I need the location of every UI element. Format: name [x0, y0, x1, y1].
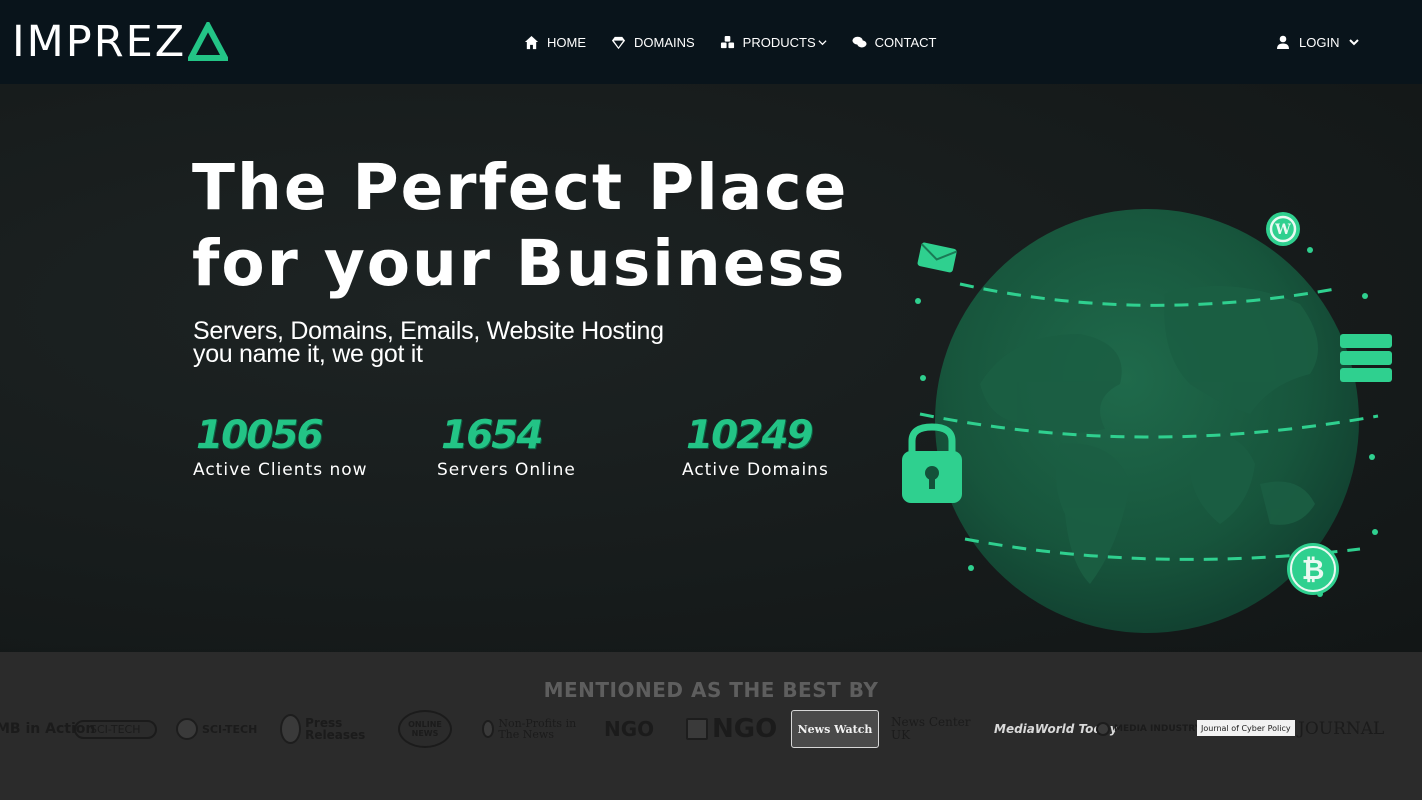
hero-title: The Perfect Place for your Business — [192, 150, 892, 302]
mentioned-section: MENTIONED AS THE BEST BY MB in Action SC… — [0, 652, 1422, 800]
padlock-icon — [902, 423, 962, 503]
publication-logo[interactable]: SCI-TECH — [176, 708, 257, 750]
stat-active-clients: 10056 Active Clients now — [193, 413, 368, 481]
publication-logo[interactable]: NGO — [686, 708, 777, 750]
stat-value: 10056 — [196, 413, 324, 458]
login-dropdown[interactable]: LOGIN — [1276, 30, 1360, 54]
publication-logo[interactable]: Press Releases — [280, 708, 372, 750]
hand-icon — [686, 718, 708, 740]
publication-logo[interactable]: MEDIA INDUSTRY — [1096, 708, 1201, 750]
publication-logo[interactable]: News Watch — [791, 710, 879, 748]
nav-products-label: PRODUCTS — [742, 34, 816, 50]
nav-home[interactable]: HOME — [524, 35, 586, 50]
press-icon — [280, 714, 302, 744]
main-nav: HOME DOMAINS PRODUCTS CONTACT — [524, 30, 962, 54]
hero-title-line2: for your Business — [192, 227, 847, 300]
nav-contact-label: CONTACT — [874, 34, 937, 50]
globe-illustration: W ₿ — [902, 209, 1392, 633]
publication-logo[interactable]: SCI-TECH — [74, 708, 157, 750]
nav-domains[interactable]: DOMAINS — [611, 35, 695, 50]
chevron-down-icon — [818, 39, 827, 45]
publication-logo[interactable]: NGO — [604, 708, 654, 750]
stat-label: Active Domains — [682, 460, 829, 480]
hero-section: The Perfect Place for your Business Serv… — [0, 84, 1422, 652]
scitech-icon — [176, 718, 198, 740]
hero-bottom-fade — [0, 644, 1422, 652]
wordpress-icon: W — [1266, 212, 1300, 246]
diamond-icon — [611, 36, 626, 49]
stat-label: Active Clients now — [193, 460, 368, 480]
server-icon — [1340, 334, 1392, 382]
publication-logo[interactable]: Non-Profits in The News — [482, 708, 580, 750]
nav-home-label: HOME — [547, 34, 586, 50]
home-icon — [524, 35, 539, 49]
logo-triangle-icon — [188, 22, 229, 61]
hero-subtitle: Servers, Domains, Emails, Website Hostin… — [193, 319, 664, 368]
stat-label: Servers Online — [437, 460, 576, 480]
brand-name: IMPREZ — [12, 17, 187, 67]
mentioned-title: MENTIONED AS THE BEST BY — [543, 678, 879, 702]
envelope-icon — [917, 242, 958, 273]
svg-text:W: W — [1274, 222, 1291, 238]
hero-subtitle-line2: you name it, we got it — [193, 340, 423, 368]
bitcoin-icon: ₿ — [1287, 543, 1339, 595]
publication-logo[interactable]: News Center UK — [891, 708, 983, 750]
stat-value: 1654 — [441, 413, 544, 458]
publication-logo[interactable]: JOURNAL — [1298, 708, 1384, 750]
top-navbar: IMPREZ HOME DOMAINS PRODUCTS CONTACT LOG… — [0, 0, 1422, 84]
login-label: LOGIN — [1299, 34, 1340, 50]
publication-logo[interactable]: Journal of Cyber Policy — [1197, 720, 1295, 736]
stat-value: 10249 — [686, 413, 814, 458]
nonprofit-icon — [482, 720, 495, 738]
chat-icon — [852, 36, 867, 47]
cubes-icon — [720, 35, 734, 48]
publication-logo[interactable]: ONLINE NEWS — [398, 708, 452, 750]
user-icon — [1277, 35, 1289, 49]
publication-logos: MB in Action SCI-TECH SCI-TECH Press Rel… — [0, 708, 1422, 750]
svg-text:₿: ₿ — [1302, 553, 1325, 586]
hero-title-line1: The Perfect Place — [192, 151, 849, 224]
media-icon — [1096, 722, 1110, 736]
nav-products[interactable]: PRODUCTS — [720, 35, 827, 50]
chevron-down-icon — [1349, 39, 1360, 46]
nav-domains-label: DOMAINS — [634, 34, 695, 50]
stat-active-domains: 10249 Active Domains — [682, 413, 829, 481]
stat-servers-online: 1654 Servers Online — [437, 413, 576, 481]
brand-logo[interactable]: IMPREZ — [12, 17, 229, 67]
nav-contact[interactable]: CONTACT — [852, 35, 937, 50]
